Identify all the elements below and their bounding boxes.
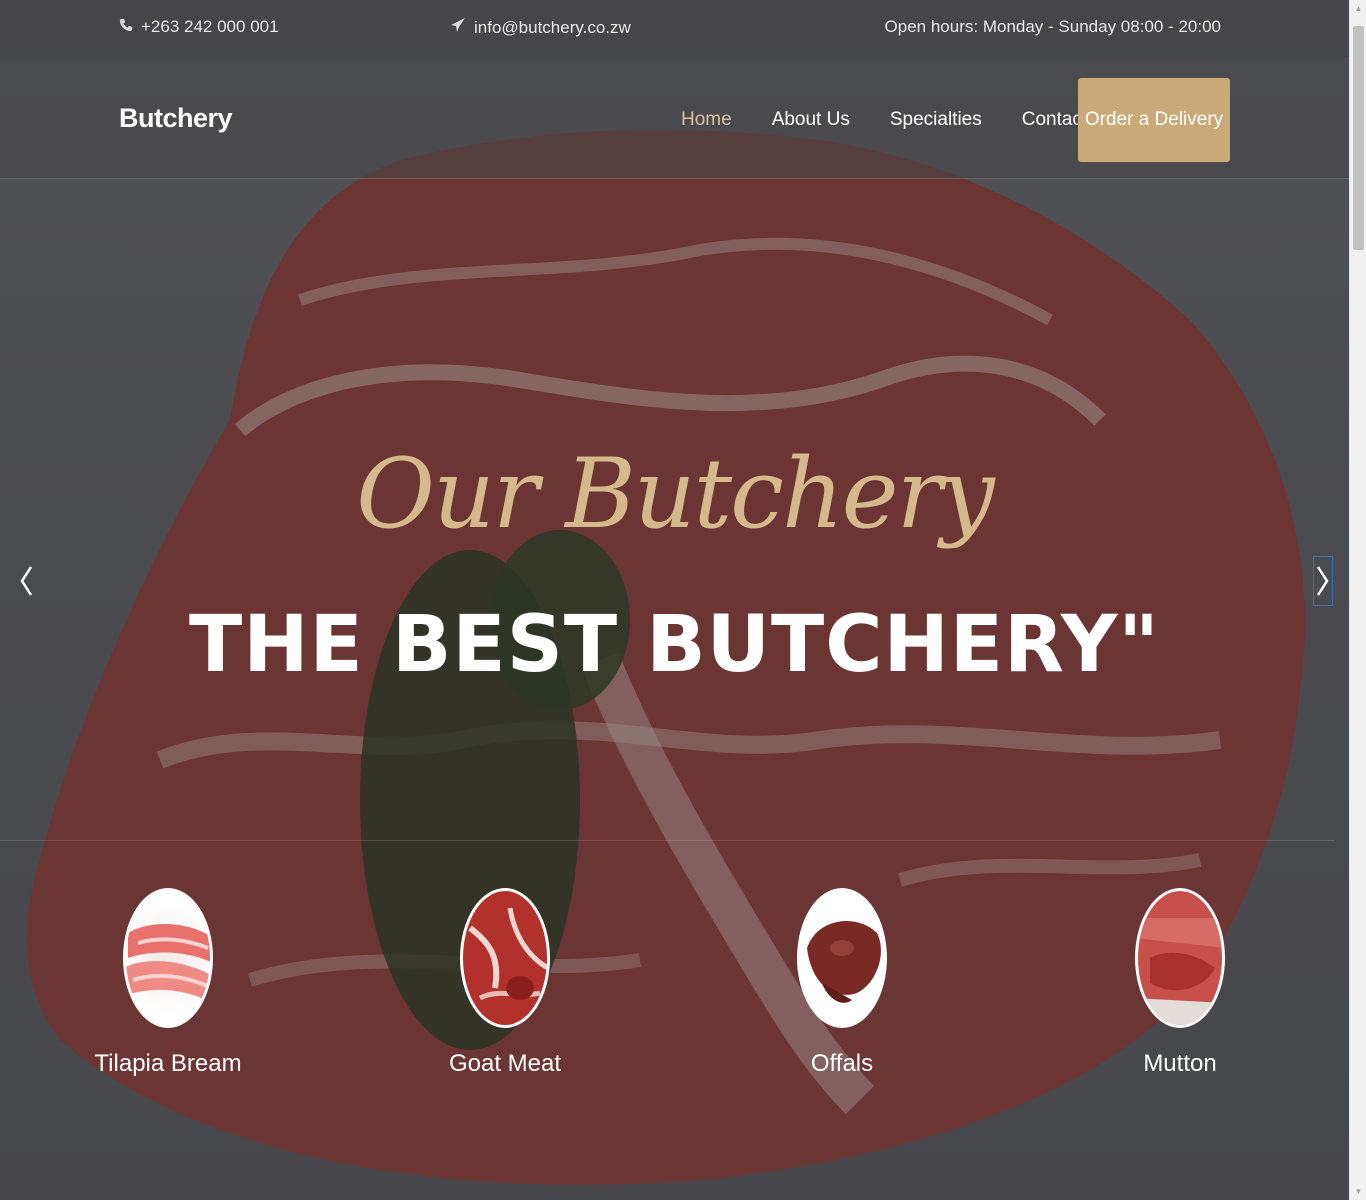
nav-home[interactable]: Home — [681, 109, 732, 131]
section-divider — [0, 840, 1335, 841]
specialty-label: Offals — [810, 1050, 874, 1077]
open-hours-text: Open hours: Monday - Sunday 08:00 - 20:0… — [884, 17, 1221, 36]
specialty-item[interactable]: Offals — [747, 888, 937, 1078]
specialty-item[interactable]: Tilapia Bream — [73, 888, 263, 1078]
specialty-item[interactable]: Goat Meat — [410, 888, 600, 1078]
phone-icon — [119, 18, 133, 37]
scroll-up-arrow-icon[interactable]: ▲ — [1350, 0, 1366, 17]
page-scrollbar[interactable]: ▲ ▼ — [1349, 0, 1366, 1200]
tilapia-bream-image — [123, 888, 213, 1028]
carousel-prev-button[interactable] — [16, 556, 36, 606]
scroll-down-arrow-icon[interactable]: ▼ — [1350, 1183, 1366, 1200]
hero-main-title: THE BEST BUTCHERY" — [189, 600, 1160, 690]
nav-about-us[interactable]: About Us — [772, 109, 850, 131]
carousel-next-button[interactable] — [1313, 556, 1333, 606]
open-hours: Open hours: Monday - Sunday 08:00 - 20:0… — [885, 17, 1221, 37]
goat-meat-image — [460, 888, 550, 1028]
top-info-bar: +263 242 000 001 info@butchery.co.zw Ope… — [0, 0, 1349, 57]
brand-logo[interactable]: Butchery — [119, 103, 233, 134]
phone-number: +263 242 000 001 — [141, 17, 279, 36]
main-navbar: Butchery Home About Us Specialties Conta… — [0, 57, 1349, 179]
specialty-item[interactable]: Mutton — [1085, 888, 1275, 1078]
contact-email[interactable]: info@butchery.co.zw — [450, 17, 631, 38]
mutton-image — [1135, 888, 1225, 1028]
chevron-left-icon — [20, 566, 33, 596]
specialty-label: Tilapia Bream — [94, 1050, 242, 1077]
paper-plane-icon — [450, 17, 466, 38]
order-delivery-button[interactable]: Order a Delivery — [1078, 78, 1230, 162]
offals-image — [797, 888, 887, 1028]
nav-specialties[interactable]: Specialties — [890, 109, 982, 131]
specialty-label: Mutton — [1143, 1050, 1217, 1077]
specialty-label: Goat Meat — [448, 1050, 562, 1077]
email-address: info@butchery.co.zw — [474, 17, 631, 37]
chevron-right-icon — [1316, 566, 1329, 596]
contact-phone[interactable]: +263 242 000 001 — [119, 17, 279, 37]
hero-script-title: Our Butchery — [356, 438, 994, 550]
scrollbar-thumb[interactable] — [1353, 26, 1364, 250]
